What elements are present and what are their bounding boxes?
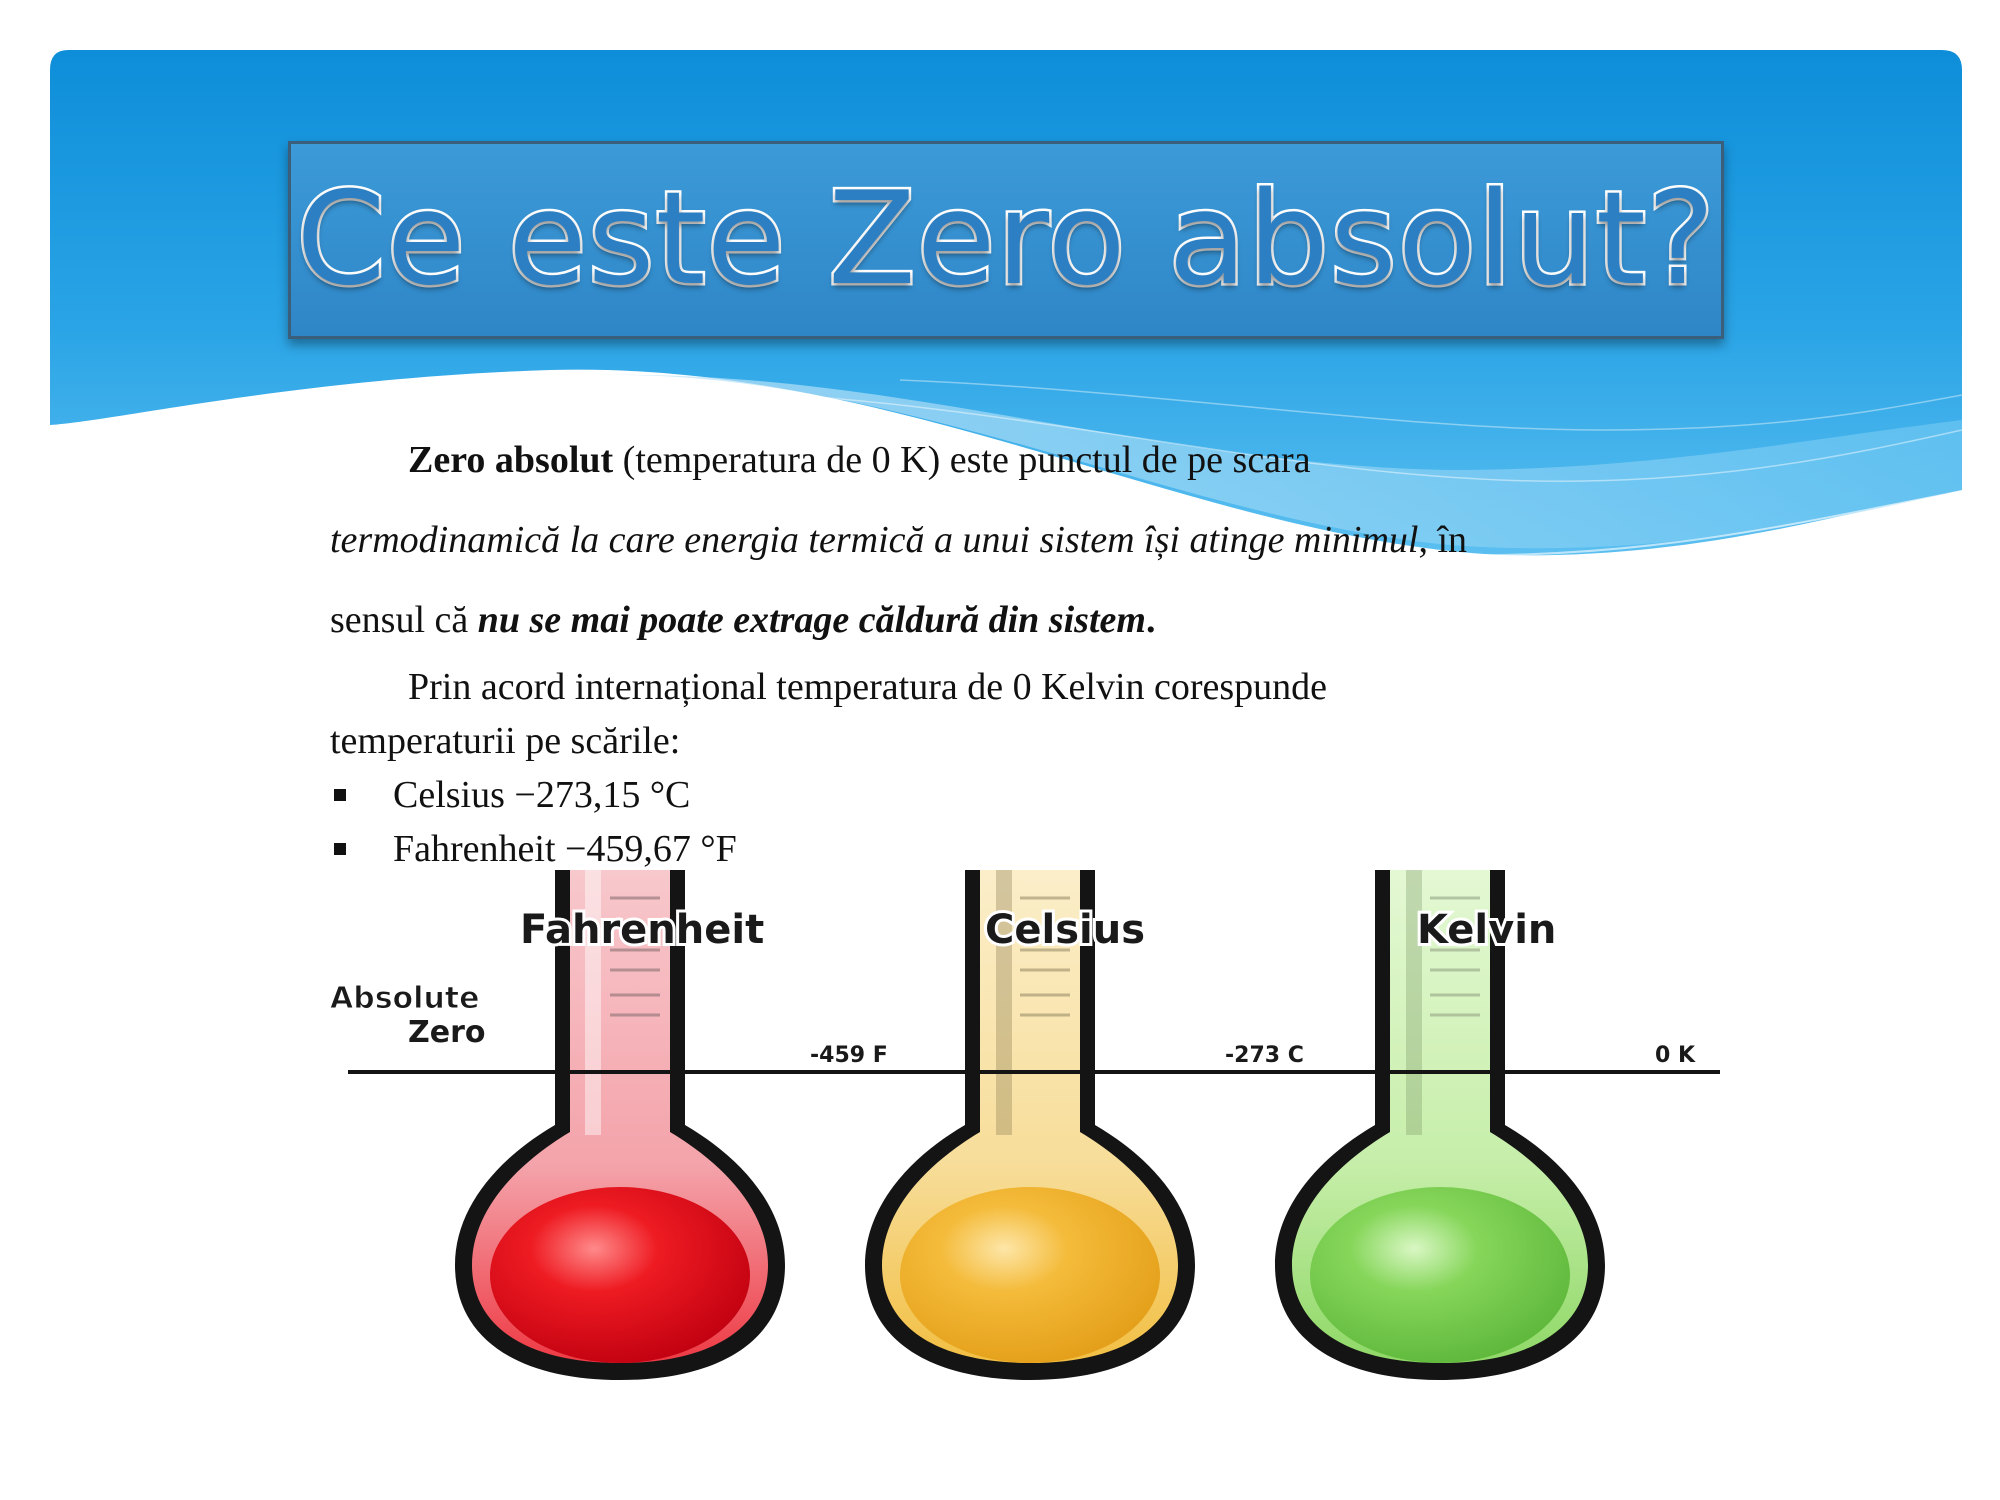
list-item: Celsius −273,15 °C xyxy=(330,768,1710,822)
list-item: Fahrenheit −459,67 °F xyxy=(330,822,1710,876)
bullet-icon xyxy=(334,843,346,855)
list-item-text: Fahrenheit −459,67 °F xyxy=(393,828,737,870)
thermometer-figure: Absolute Zero Fahrenheit Celsius Kelvin … xyxy=(330,870,1720,1380)
thermometer-label-celsius: Celsius xyxy=(985,907,1145,953)
definition-text-2: termodinamică la care energia termică a … xyxy=(330,519,1419,561)
value-label-kelvin: 0 K xyxy=(1655,1043,1696,1068)
slide-title: Ce este Zero absolut? xyxy=(294,165,1718,314)
agreement-line-1: Prin acord internațional temperatura de … xyxy=(408,666,1328,708)
absolute-zero-label-line2: Zero xyxy=(408,1015,486,1050)
value-label-fahrenheit: -459 F xyxy=(810,1043,888,1068)
definition-text-3: , în xyxy=(1418,519,1468,561)
definition-emphasis: nu se mai poate extrage căldură din sist… xyxy=(477,599,1146,641)
agreement-paragraph: Prin acord internațional temperatura de … xyxy=(330,660,1710,768)
slide: Ce este Zero absolut? Zero absolut (temp… xyxy=(0,0,2000,1500)
value-label-celsius: -273 C xyxy=(1225,1043,1304,1068)
scale-list: Celsius −273,15 °C Fahrenheit −459,67 °F xyxy=(330,768,1710,876)
definition-end: . xyxy=(1145,599,1156,641)
thermometer-label-fahrenheit: Fahrenheit xyxy=(520,907,764,953)
body-text: Zero absolut (temperatura de 0 K) este p… xyxy=(330,420,1710,876)
bullet-icon xyxy=(334,789,346,801)
title-box: Ce este Zero absolut? xyxy=(288,141,1724,339)
thermometer-label-kelvin: Kelvin xyxy=(1417,907,1556,953)
agreement-line-2: temperaturii pe scările: xyxy=(330,720,681,762)
definition-text-4: sensul că xyxy=(330,599,478,641)
definition-term: Zero absolut xyxy=(408,439,614,481)
definition-text-1: (temperatura de 0 K) este punctul de pe … xyxy=(613,439,1311,481)
definition-paragraph: Zero absolut (temperatura de 0 K) este p… xyxy=(330,420,1710,660)
list-item-text: Celsius −273,15 °C xyxy=(393,774,691,816)
absolute-zero-label-line1: Absolute xyxy=(330,981,480,1016)
